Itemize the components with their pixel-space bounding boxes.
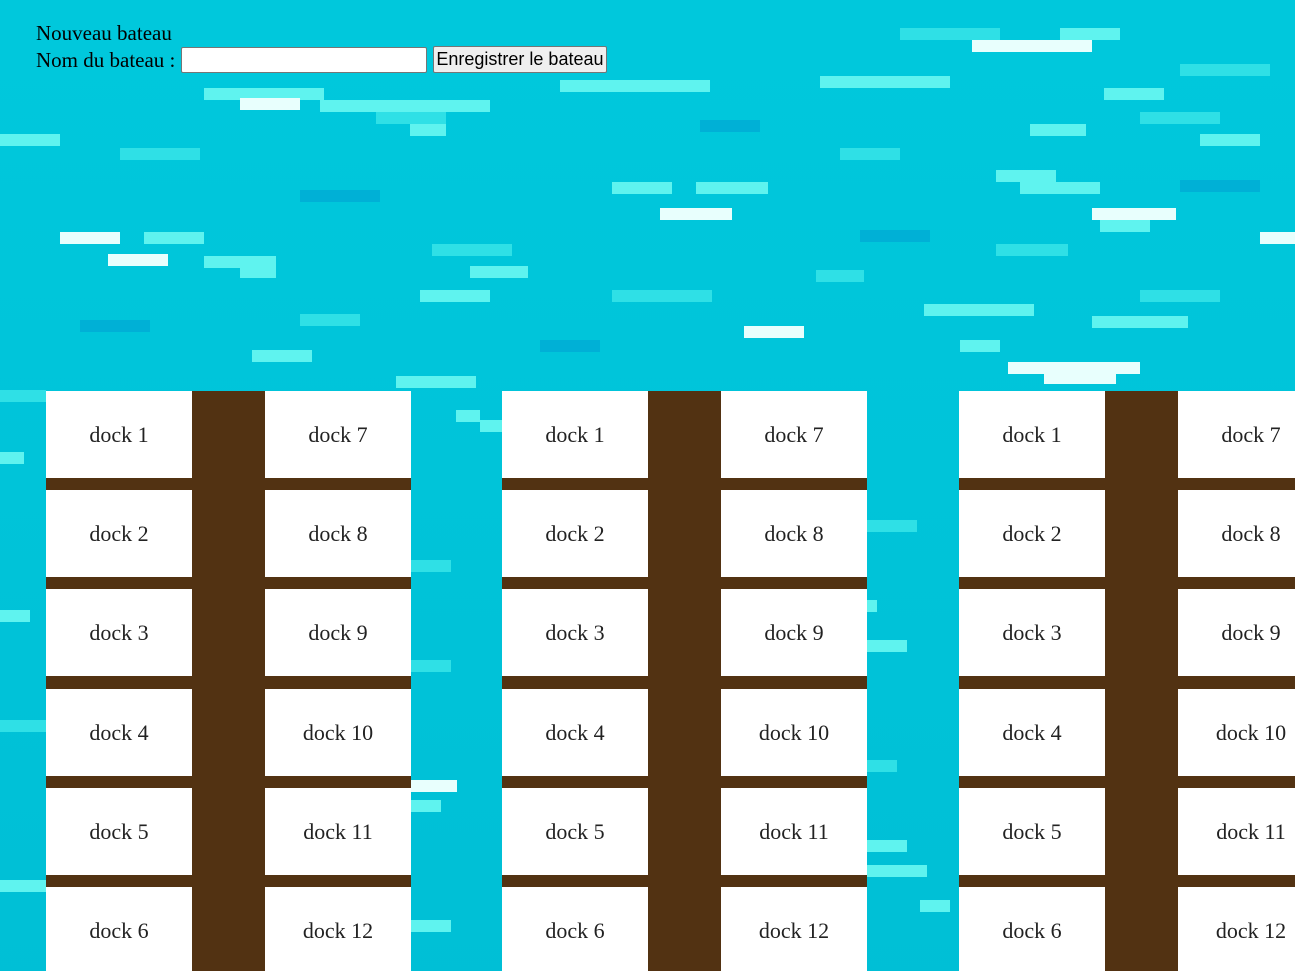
dock-slot[interactable]: dock 5 <box>502 788 648 875</box>
dock-slot[interactable]: dock 12 <box>265 887 411 971</box>
dock-slot[interactable]: dock 6 <box>502 887 648 971</box>
dock-slot[interactable]: dock 1 <box>502 391 648 478</box>
dock-slot[interactable]: dock 8 <box>265 490 411 577</box>
dock-slot[interactable]: dock 10 <box>1178 689 1295 776</box>
dock-slot[interactable]: dock 10 <box>265 689 411 776</box>
dock-slot[interactable]: dock 4 <box>502 689 648 776</box>
dock-slot[interactable]: dock 4 <box>46 689 192 776</box>
dock-slot[interactable]: dock 8 <box>721 490 867 577</box>
dock-slot[interactable]: dock 2 <box>46 490 192 577</box>
pier-1: dock 1 dock 2 dock 3 dock 4 dock 5 dock … <box>46 391 411 971</box>
dock-slot[interactable]: dock 12 <box>1178 887 1295 971</box>
dock-slot[interactable]: dock 3 <box>502 589 648 676</box>
dock-slot[interactable]: dock 6 <box>46 887 192 971</box>
dock-slot[interactable]: dock 4 <box>959 689 1105 776</box>
form-title: Nouveau bateau <box>36 21 172 45</box>
pier-2: dock 1 dock 2 dock 3 dock 4 dock 5 dock … <box>502 391 867 971</box>
dock-slot[interactable]: dock 3 <box>959 589 1105 676</box>
dock-slot[interactable]: dock 7 <box>265 391 411 478</box>
boat-name-input[interactable] <box>181 46 428 73</box>
dock-slot[interactable]: dock 11 <box>265 788 411 875</box>
dock-slot[interactable]: dock 2 <box>502 490 648 577</box>
dock-slot[interactable]: dock 9 <box>721 589 867 676</box>
dock-slot[interactable]: dock 9 <box>265 589 411 676</box>
boat-name-label: Nom du bateau : <box>36 47 176 72</box>
pier-3: dock 1 dock 2 dock 3 dock 4 dock 5 dock … <box>959 391 1295 971</box>
save-boat-button[interactable]: Enregistrer le bateau <box>433 46 607 73</box>
dock-slot[interactable]: dock 1 <box>959 391 1105 478</box>
dock-slot[interactable]: dock 6 <box>959 887 1105 971</box>
dock-slot[interactable]: dock 9 <box>1178 589 1295 676</box>
dock-slot[interactable]: dock 3 <box>46 589 192 676</box>
dock-slot[interactable]: dock 1 <box>46 391 192 478</box>
dock-slot[interactable]: dock 5 <box>46 788 192 875</box>
dock-slot[interactable]: dock 7 <box>721 391 867 478</box>
dock-slot[interactable]: dock 11 <box>721 788 867 875</box>
dock-slot[interactable]: dock 10 <box>721 689 867 776</box>
dock-slot[interactable]: dock 11 <box>1178 788 1295 875</box>
dock-slot[interactable]: dock 7 <box>1178 391 1295 478</box>
dock-slot[interactable]: dock 2 <box>959 490 1105 577</box>
boat-name-row: Nom du bateau : Enregistrer le bateau <box>36 46 607 73</box>
dock-slot[interactable]: dock 8 <box>1178 490 1295 577</box>
dock-slot[interactable]: dock 5 <box>959 788 1105 875</box>
dock-slot[interactable]: dock 12 <box>721 887 867 971</box>
new-boat-form: Nouveau bateau Nom du bateau : Enregistr… <box>36 20 607 73</box>
